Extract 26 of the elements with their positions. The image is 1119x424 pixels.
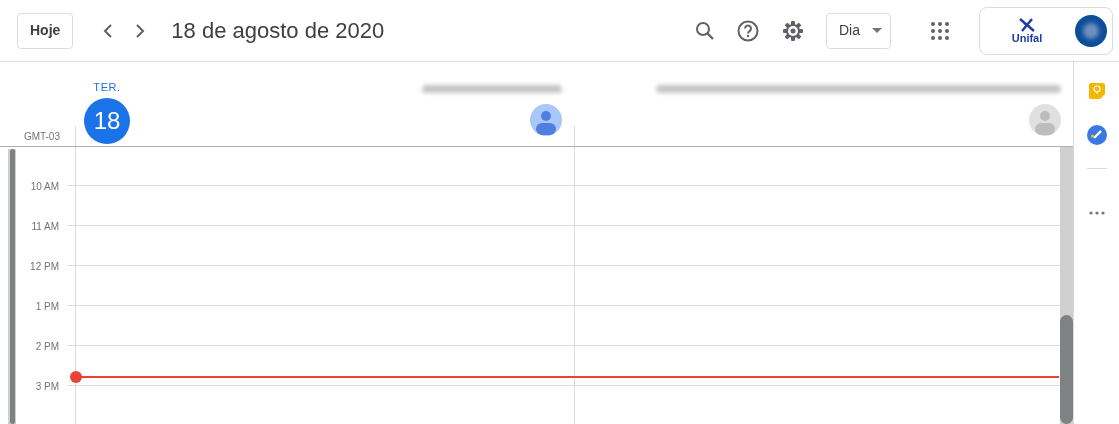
- next-icon[interactable]: [135, 23, 146, 38]
- day-number[interactable]: 18: [84, 97, 130, 144]
- hour-label: 12 PM: [30, 260, 59, 274]
- settings-icon[interactable]: [782, 19, 804, 42]
- previous-icon[interactable]: [103, 23, 114, 38]
- date-title: 18 de agosto de 2020: [171, 17, 385, 45]
- hour-label: 1 PM: [35, 300, 59, 314]
- hour-label: 10 AM: [30, 180, 59, 194]
- today-button[interactable]: Hoje: [17, 12, 74, 49]
- dropdown-caret-icon: [872, 28, 882, 33]
- search-icon[interactable]: [695, 20, 715, 41]
- timezone-label: GMT-03: [23, 130, 60, 144]
- scrollbar[interactable]: [8, 149, 16, 424]
- hour-label: 2 PM: [35, 340, 59, 354]
- tasks-icon[interactable]: [1086, 125, 1107, 145]
- logo-text: Unifal: [1011, 33, 1043, 44]
- view-dropdown[interactable]: Dia: [826, 12, 891, 49]
- scrollbar[interactable]: [1060, 147, 1073, 424]
- hour-label: 3 PM: [35, 380, 59, 394]
- help-icon[interactable]: [737, 19, 759, 42]
- account-panel[interactable]: Unifal: [979, 6, 1113, 55]
- apps-icon[interactable]: [931, 21, 949, 40]
- weekday-label: TER.: [93, 80, 121, 95]
- account-avatar[interactable]: [1075, 14, 1107, 47]
- hour-label: 11 AM: [31, 220, 59, 234]
- more-icon[interactable]: [1088, 211, 1105, 215]
